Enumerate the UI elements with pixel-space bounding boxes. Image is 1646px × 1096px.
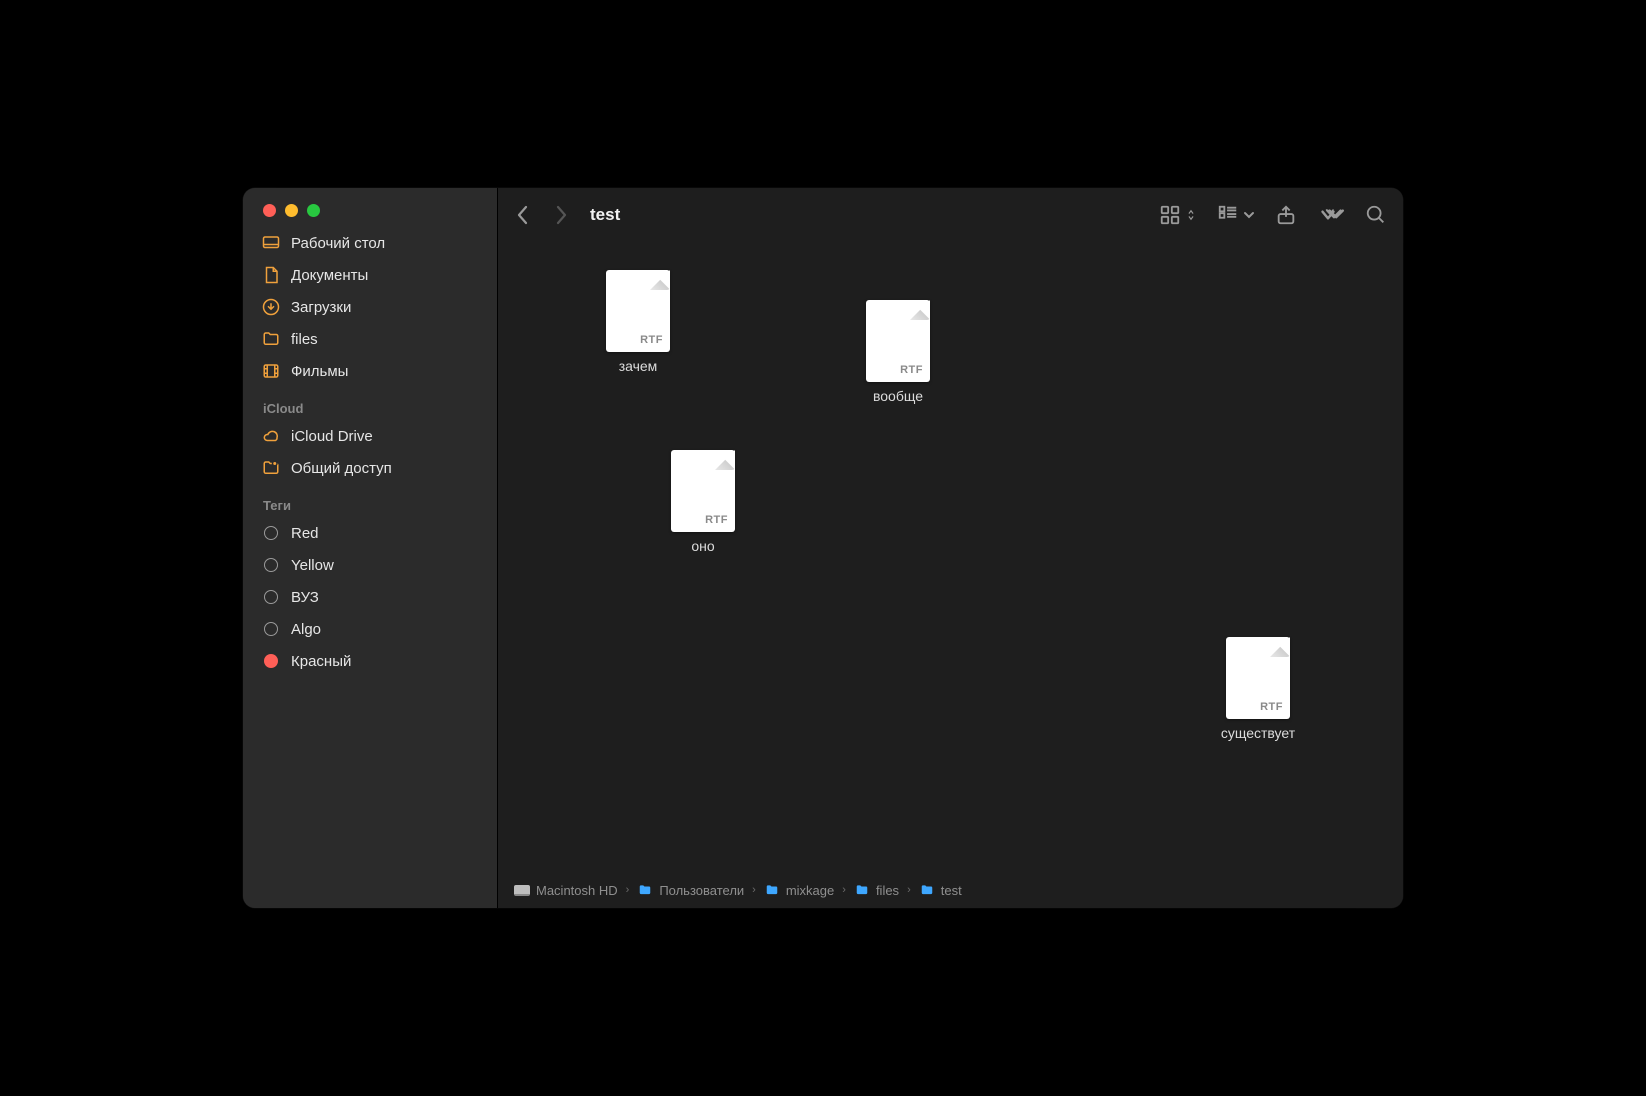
sidebar-item-movies[interactable]: Фильмы — [243, 355, 497, 387]
sidebar-tag-vuz[interactable]: ВУЗ — [243, 581, 497, 613]
path-segment[interactable]: Macintosh HD — [514, 883, 618, 898]
file-ext-label: RTF — [705, 514, 728, 526]
path-label: Пользователи — [659, 883, 744, 898]
sidebar-section-tags: Теги — [243, 484, 497, 517]
sidebar-tag-algo[interactable]: Algo — [243, 613, 497, 645]
nav-back-button[interactable] — [508, 200, 538, 230]
download-icon — [261, 297, 281, 317]
rtf-file-icon: RTF — [1226, 637, 1290, 719]
file-name-label: зачем — [619, 358, 658, 374]
tag-dot-icon — [261, 651, 281, 671]
rtf-file-icon: RTF — [671, 450, 735, 532]
path-label: mixkage — [786, 883, 834, 898]
sidebar-item-label: Документы — [291, 267, 368, 284]
files-area[interactable]: RTF зачем RTF вообще RTF оно RTF существ… — [498, 242, 1403, 878]
path-label: Macintosh HD — [536, 883, 618, 898]
sidebar-item-label: files — [291, 331, 318, 348]
main-area: test — [498, 188, 1403, 908]
shared-folder-icon — [261, 458, 281, 478]
sidebar-item-label: Yellow — [291, 557, 334, 574]
sidebar-item-icloud-drive[interactable]: iCloud Drive — [243, 420, 497, 452]
group-by-button[interactable] — [1217, 200, 1255, 230]
path-label: test — [941, 883, 962, 898]
file-ext-label: RTF — [900, 364, 923, 376]
cloud-icon — [261, 426, 281, 446]
tag-dot-icon — [261, 619, 281, 639]
sidebar-item-label: Красный — [291, 653, 351, 670]
toolbar: test — [498, 188, 1403, 242]
sidebar-tag-krasny[interactable]: Красный — [243, 645, 497, 677]
chevron-right-icon: › — [750, 884, 758, 896]
chevron-right-icon: › — [840, 884, 848, 896]
harddrive-icon — [514, 885, 530, 896]
toolbar-right-group — [1159, 200, 1387, 230]
sidebar-scroll: Рабочий стол Документы Загрузки files — [243, 231, 497, 908]
tag-dot-icon — [261, 523, 281, 543]
sidebar-item-label: Общий доступ — [291, 460, 392, 477]
folder-icon — [261, 329, 281, 349]
document-icon — [261, 265, 281, 285]
path-label: files — [876, 883, 899, 898]
sidebar-item-label: iCloud Drive — [291, 428, 373, 445]
sidebar-item-label: Загрузки — [291, 299, 351, 316]
window-controls — [243, 188, 497, 231]
file-ext-label: RTF — [1260, 701, 1283, 713]
sidebar-item-label: ВУЗ — [291, 589, 319, 606]
file-name-label: вообще — [873, 388, 923, 404]
desktop-icon — [261, 233, 281, 253]
path-segment[interactable]: files — [854, 883, 899, 898]
file-item[interactable]: RTF существует — [1198, 637, 1318, 741]
tag-dot-icon — [261, 555, 281, 575]
path-bar: Macintosh HD › Пользователи › mixkage › … — [498, 878, 1403, 908]
rtf-file-icon: RTF — [866, 300, 930, 382]
sidebar: Рабочий стол Документы Загрузки files — [243, 188, 498, 908]
file-name-label: оно — [691, 538, 714, 554]
movies-icon — [261, 361, 281, 381]
chevron-right-icon: › — [624, 884, 632, 896]
file-name-label: существует — [1221, 725, 1295, 741]
sidebar-item-downloads[interactable]: Загрузки — [243, 291, 497, 323]
folder-icon — [637, 883, 653, 897]
sidebar-item-label: Рабочий стол — [291, 235, 385, 252]
path-segment[interactable]: mixkage — [764, 883, 834, 898]
sidebar-item-label: Algo — [291, 621, 321, 638]
file-item[interactable]: RTF вообще — [838, 300, 958, 404]
sidebar-item-documents[interactable]: Документы — [243, 259, 497, 291]
sidebar-tag-red[interactable]: Red — [243, 517, 497, 549]
nav-forward-button[interactable] — [546, 200, 576, 230]
minimize-button[interactable] — [285, 204, 298, 217]
path-segment[interactable]: Пользователи — [637, 883, 744, 898]
finder-window: Рабочий стол Документы Загрузки files — [243, 188, 1403, 908]
rtf-file-icon: RTF — [606, 270, 670, 352]
file-item[interactable]: RTF оно — [643, 450, 763, 554]
more-button[interactable] — [1317, 200, 1345, 230]
sidebar-section-icloud: iCloud — [243, 387, 497, 420]
folder-icon — [919, 883, 935, 897]
sidebar-item-files[interactable]: files — [243, 323, 497, 355]
share-button[interactable] — [1275, 200, 1297, 230]
sidebar-item-desktop[interactable]: Рабочий стол — [243, 231, 497, 259]
folder-icon — [854, 883, 870, 897]
path-segment[interactable]: test — [919, 883, 962, 898]
chevron-right-icon: › — [905, 884, 913, 896]
sidebar-tag-yellow[interactable]: Yellow — [243, 549, 497, 581]
view-mode-button[interactable] — [1159, 200, 1197, 230]
sidebar-item-label: Red — [291, 525, 319, 542]
maximize-button[interactable] — [307, 204, 320, 217]
window-title: test — [590, 205, 620, 225]
sidebar-item-label: Фильмы — [291, 363, 348, 380]
close-button[interactable] — [263, 204, 276, 217]
file-ext-label: RTF — [640, 334, 663, 346]
file-item[interactable]: RTF зачем — [578, 270, 698, 374]
tag-dot-icon — [261, 587, 281, 607]
home-folder-icon — [764, 883, 780, 897]
search-button[interactable] — [1365, 200, 1387, 230]
sidebar-item-shared[interactable]: Общий доступ — [243, 452, 497, 484]
